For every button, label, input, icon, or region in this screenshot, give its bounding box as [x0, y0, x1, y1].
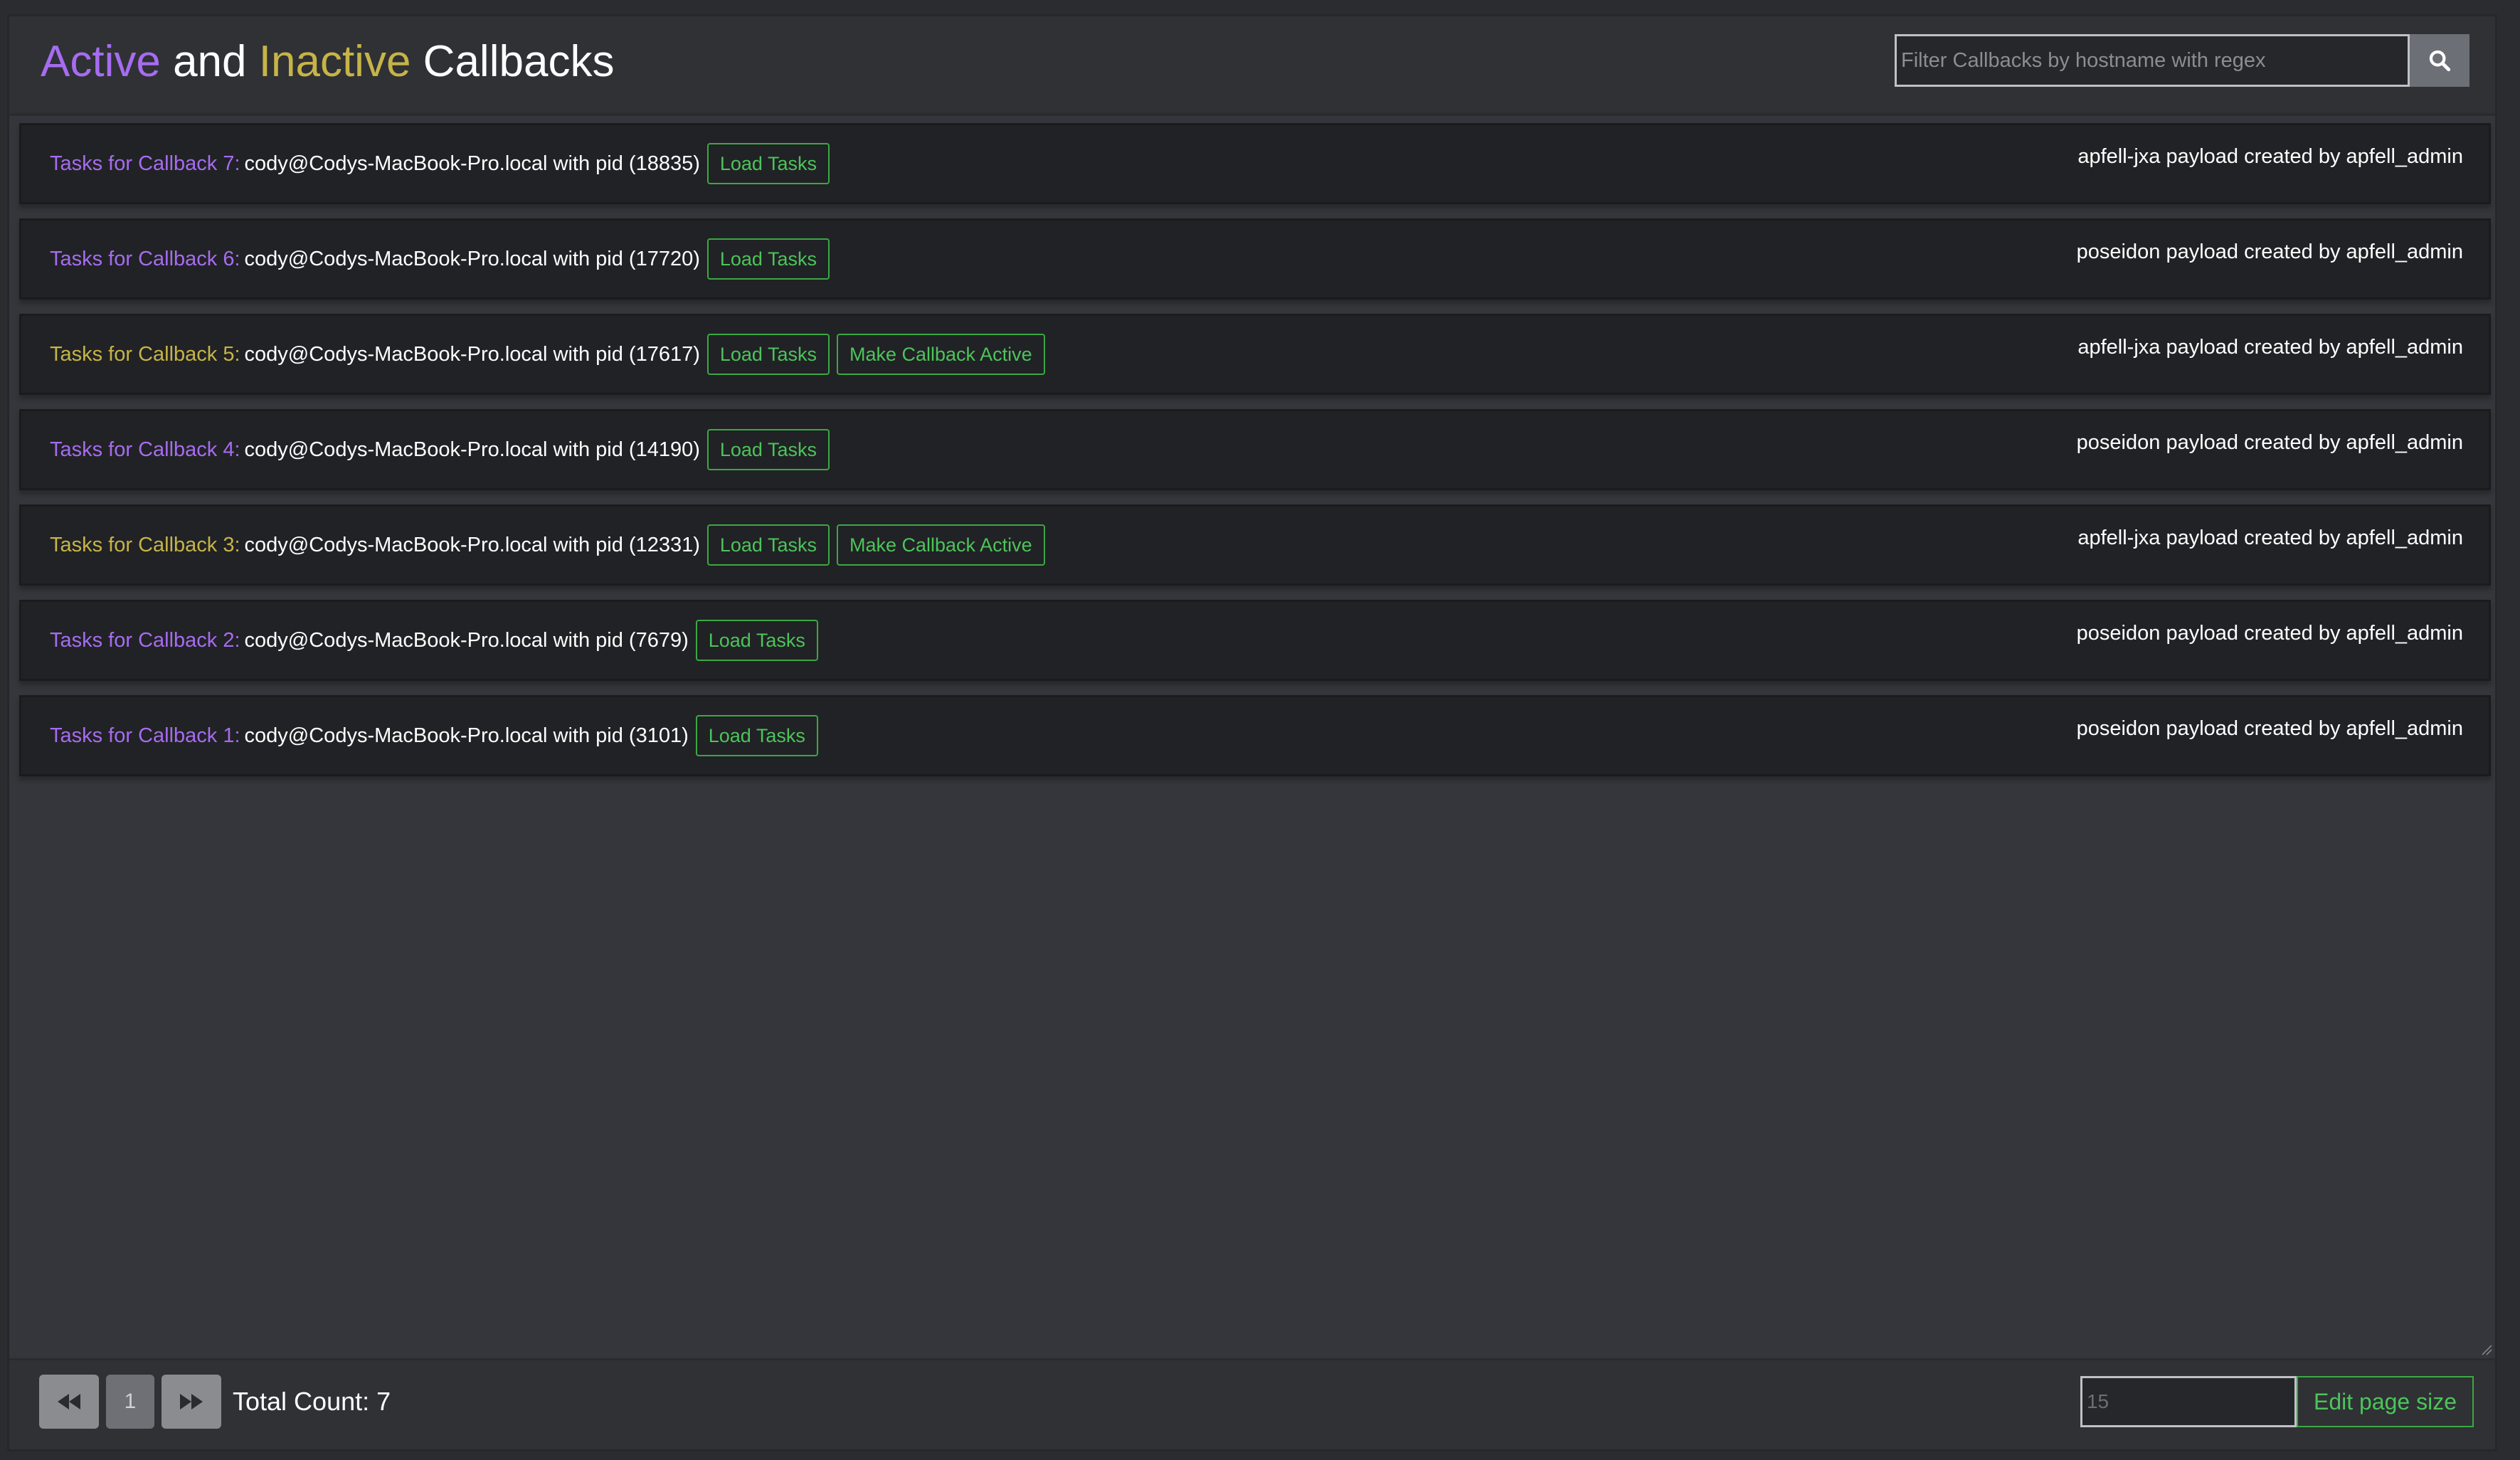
callback-label: Tasks for Callback 7: — [50, 152, 240, 175]
callback-label: Tasks for Callback 5: — [50, 342, 240, 366]
load-tasks-button[interactable]: Load Tasks — [706, 334, 830, 375]
fast-backward-icon — [58, 1394, 80, 1409]
callback-row: Tasks for Callback 3: cody@Codys-MacBook-… — [19, 504, 2491, 586]
page-size-group: Edit page size — [2080, 1376, 2474, 1427]
callback-host: cody@Codys-MacBook-Pro.local with pid (1… — [244, 152, 700, 175]
filter-group — [1895, 34, 2469, 87]
make-callback-active-button[interactable]: Make Callback Active — [836, 524, 1045, 566]
payload-info: poseidon payload created by apfell_admin — [2076, 717, 2463, 740]
panel-header: Active and Inactive Callbacks — [9, 16, 2495, 116]
search-button[interactable] — [2410, 34, 2469, 87]
page-size-input[interactable] — [2080, 1376, 2297, 1427]
title-callbacks-word: Callbacks — [423, 37, 615, 86]
callback-label: Tasks for Callback 3: — [50, 533, 240, 556]
callback-host: cody@Codys-MacBook-Pro.local with pid (3… — [244, 724, 689, 747]
page-number-button[interactable]: 1 — [106, 1375, 154, 1429]
payload-info: apfell-jxa payload created by apfell_adm… — [2077, 336, 2463, 359]
load-tasks-button[interactable]: Load Tasks — [695, 620, 818, 661]
callback-label: Tasks for Callback 1: — [50, 724, 240, 747]
title-and-word: and — [173, 37, 247, 86]
callback-row-info: Tasks for Callback 3: cody@Codys-MacBook-… — [50, 507, 1045, 583]
callback-row: Tasks for Callback 7: cody@Codys-MacBook-… — [19, 123, 2491, 204]
callback-row: Tasks for Callback 2: cody@Codys-MacBook-… — [19, 600, 2491, 681]
callback-host: cody@Codys-MacBook-Pro.local with pid (7… — [244, 628, 689, 652]
pager: 1 Total Count: 7 — [39, 1375, 391, 1429]
payload-info: poseidon payload created by apfell_admin — [2076, 622, 2463, 645]
callback-host: cody@Codys-MacBook-Pro.local with pid (1… — [244, 247, 700, 270]
title-inactive-word: Inactive — [258, 37, 411, 86]
total-count: Total Count: 7 — [233, 1387, 391, 1416]
callback-row-info: Tasks for Callback 1: cody@Codys-MacBook-… — [50, 697, 818, 774]
callback-label: Tasks for Callback 4: — [50, 438, 240, 461]
search-icon — [2429, 50, 2451, 72]
callback-host: cody@Codys-MacBook-Pro.local with pid (1… — [244, 533, 700, 556]
page-title: Active and Inactive Callbacks — [41, 36, 614, 87]
callback-row-info: Tasks for Callback 5: cody@Codys-MacBook-… — [50, 316, 1045, 393]
callback-host: cody@Codys-MacBook-Pro.local with pid (1… — [244, 342, 700, 366]
callback-host: cody@Codys-MacBook-Pro.local with pid (1… — [244, 438, 700, 461]
callback-label: Tasks for Callback 2: — [50, 628, 240, 652]
callback-label: Tasks for Callback 6: — [50, 247, 240, 270]
payload-info: apfell-jxa payload created by apfell_adm… — [2077, 527, 2463, 549]
title-active-word: Active — [41, 37, 161, 86]
hostname-filter-input[interactable] — [1895, 34, 2410, 87]
resize-grip-icon[interactable] — [2479, 1343, 2492, 1355]
load-tasks-button[interactable]: Load Tasks — [706, 429, 830, 470]
callback-row-info: Tasks for Callback 7: cody@Codys-MacBook-… — [50, 125, 830, 202]
callback-row-info: Tasks for Callback 6: cody@Codys-MacBook-… — [50, 221, 830, 297]
edit-page-size-button[interactable]: Edit page size — [2296, 1376, 2474, 1427]
load-tasks-button[interactable]: Load Tasks — [706, 524, 830, 566]
fast-forward-icon — [180, 1394, 203, 1409]
callback-row: Tasks for Callback 6: cody@Codys-MacBook-… — [19, 218, 2491, 300]
callback-row: Tasks for Callback 1: cody@Codys-MacBook-… — [19, 695, 2491, 776]
make-callback-active-button[interactable]: Make Callback Active — [836, 334, 1045, 375]
callback-row-info: Tasks for Callback 2: cody@Codys-MacBook-… — [50, 602, 818, 679]
payload-info: apfell-jxa payload created by apfell_adm… — [2077, 145, 2463, 168]
callback-row: Tasks for Callback 4: cody@Codys-MacBook-… — [19, 409, 2491, 490]
payload-info: poseidon payload created by apfell_admin — [2076, 240, 2463, 263]
pagination-footer: 1 Total Count: 7 Edit page size — [9, 1358, 2495, 1449]
load-tasks-button[interactable]: Load Tasks — [706, 143, 830, 184]
last-page-button[interactable] — [162, 1375, 221, 1429]
callbacks-panel: Active and Inactive Callbacks Tasks for … — [7, 14, 2497, 1451]
first-page-button[interactable] — [39, 1375, 99, 1429]
payload-info: poseidon payload created by apfell_admin — [2076, 431, 2463, 454]
callback-row-info: Tasks for Callback 4: cody@Codys-MacBook-… — [50, 411, 830, 488]
callback-row: Tasks for Callback 5: cody@Codys-MacBook-… — [19, 314, 2491, 395]
load-tasks-button[interactable]: Load Tasks — [706, 238, 830, 280]
callback-list: Tasks for Callback 7: cody@Codys-MacBook-… — [19, 123, 2491, 790]
load-tasks-button[interactable]: Load Tasks — [695, 715, 818, 756]
